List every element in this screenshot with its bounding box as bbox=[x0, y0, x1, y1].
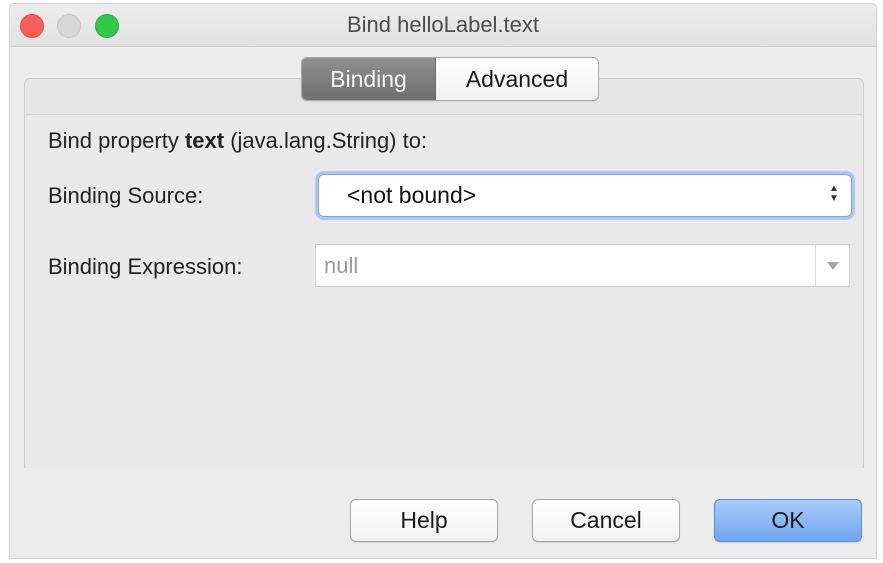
combo-dropdown-button[interactable] bbox=[815, 245, 849, 286]
dialog-window: Bind helloLabel.text Binding Advanced Bi… bbox=[9, 3, 877, 559]
updown-arrows-icon: ▲ ▼ bbox=[829, 183, 839, 204]
tab-advanced[interactable]: Advanced bbox=[436, 58, 598, 100]
property-suffix: (java.lang.String) to: bbox=[224, 128, 428, 153]
tab-switcher: Binding Advanced bbox=[301, 57, 599, 101]
binding-source-select[interactable]: <not bound> ▲ ▼ bbox=[318, 174, 852, 217]
title-bar: Bind helloLabel.text bbox=[10, 4, 876, 47]
ok-button[interactable]: OK bbox=[714, 499, 862, 542]
tab-binding[interactable]: Binding bbox=[302, 58, 436, 100]
property-name: text bbox=[184, 128, 225, 153]
binding-expression-label: Binding Expression: bbox=[48, 254, 243, 279]
window-title: Bind helloLabel.text bbox=[346, 12, 540, 37]
binding-source-label: Binding Source: bbox=[48, 183, 204, 208]
binding-expression-combo[interactable]: null bbox=[315, 244, 850, 287]
triangle-down-icon bbox=[827, 262, 839, 270]
property-description: Bind property text (java.lang.String) to… bbox=[48, 128, 427, 154]
binding-expression-value: null bbox=[324, 253, 359, 278]
help-button[interactable]: Help bbox=[350, 499, 498, 542]
cancel-button[interactable]: Cancel bbox=[532, 499, 680, 542]
tab-panel-content bbox=[26, 114, 862, 468]
binding-source-value: <not bound> bbox=[347, 182, 477, 208]
property-prefix: Bind property bbox=[48, 128, 185, 153]
